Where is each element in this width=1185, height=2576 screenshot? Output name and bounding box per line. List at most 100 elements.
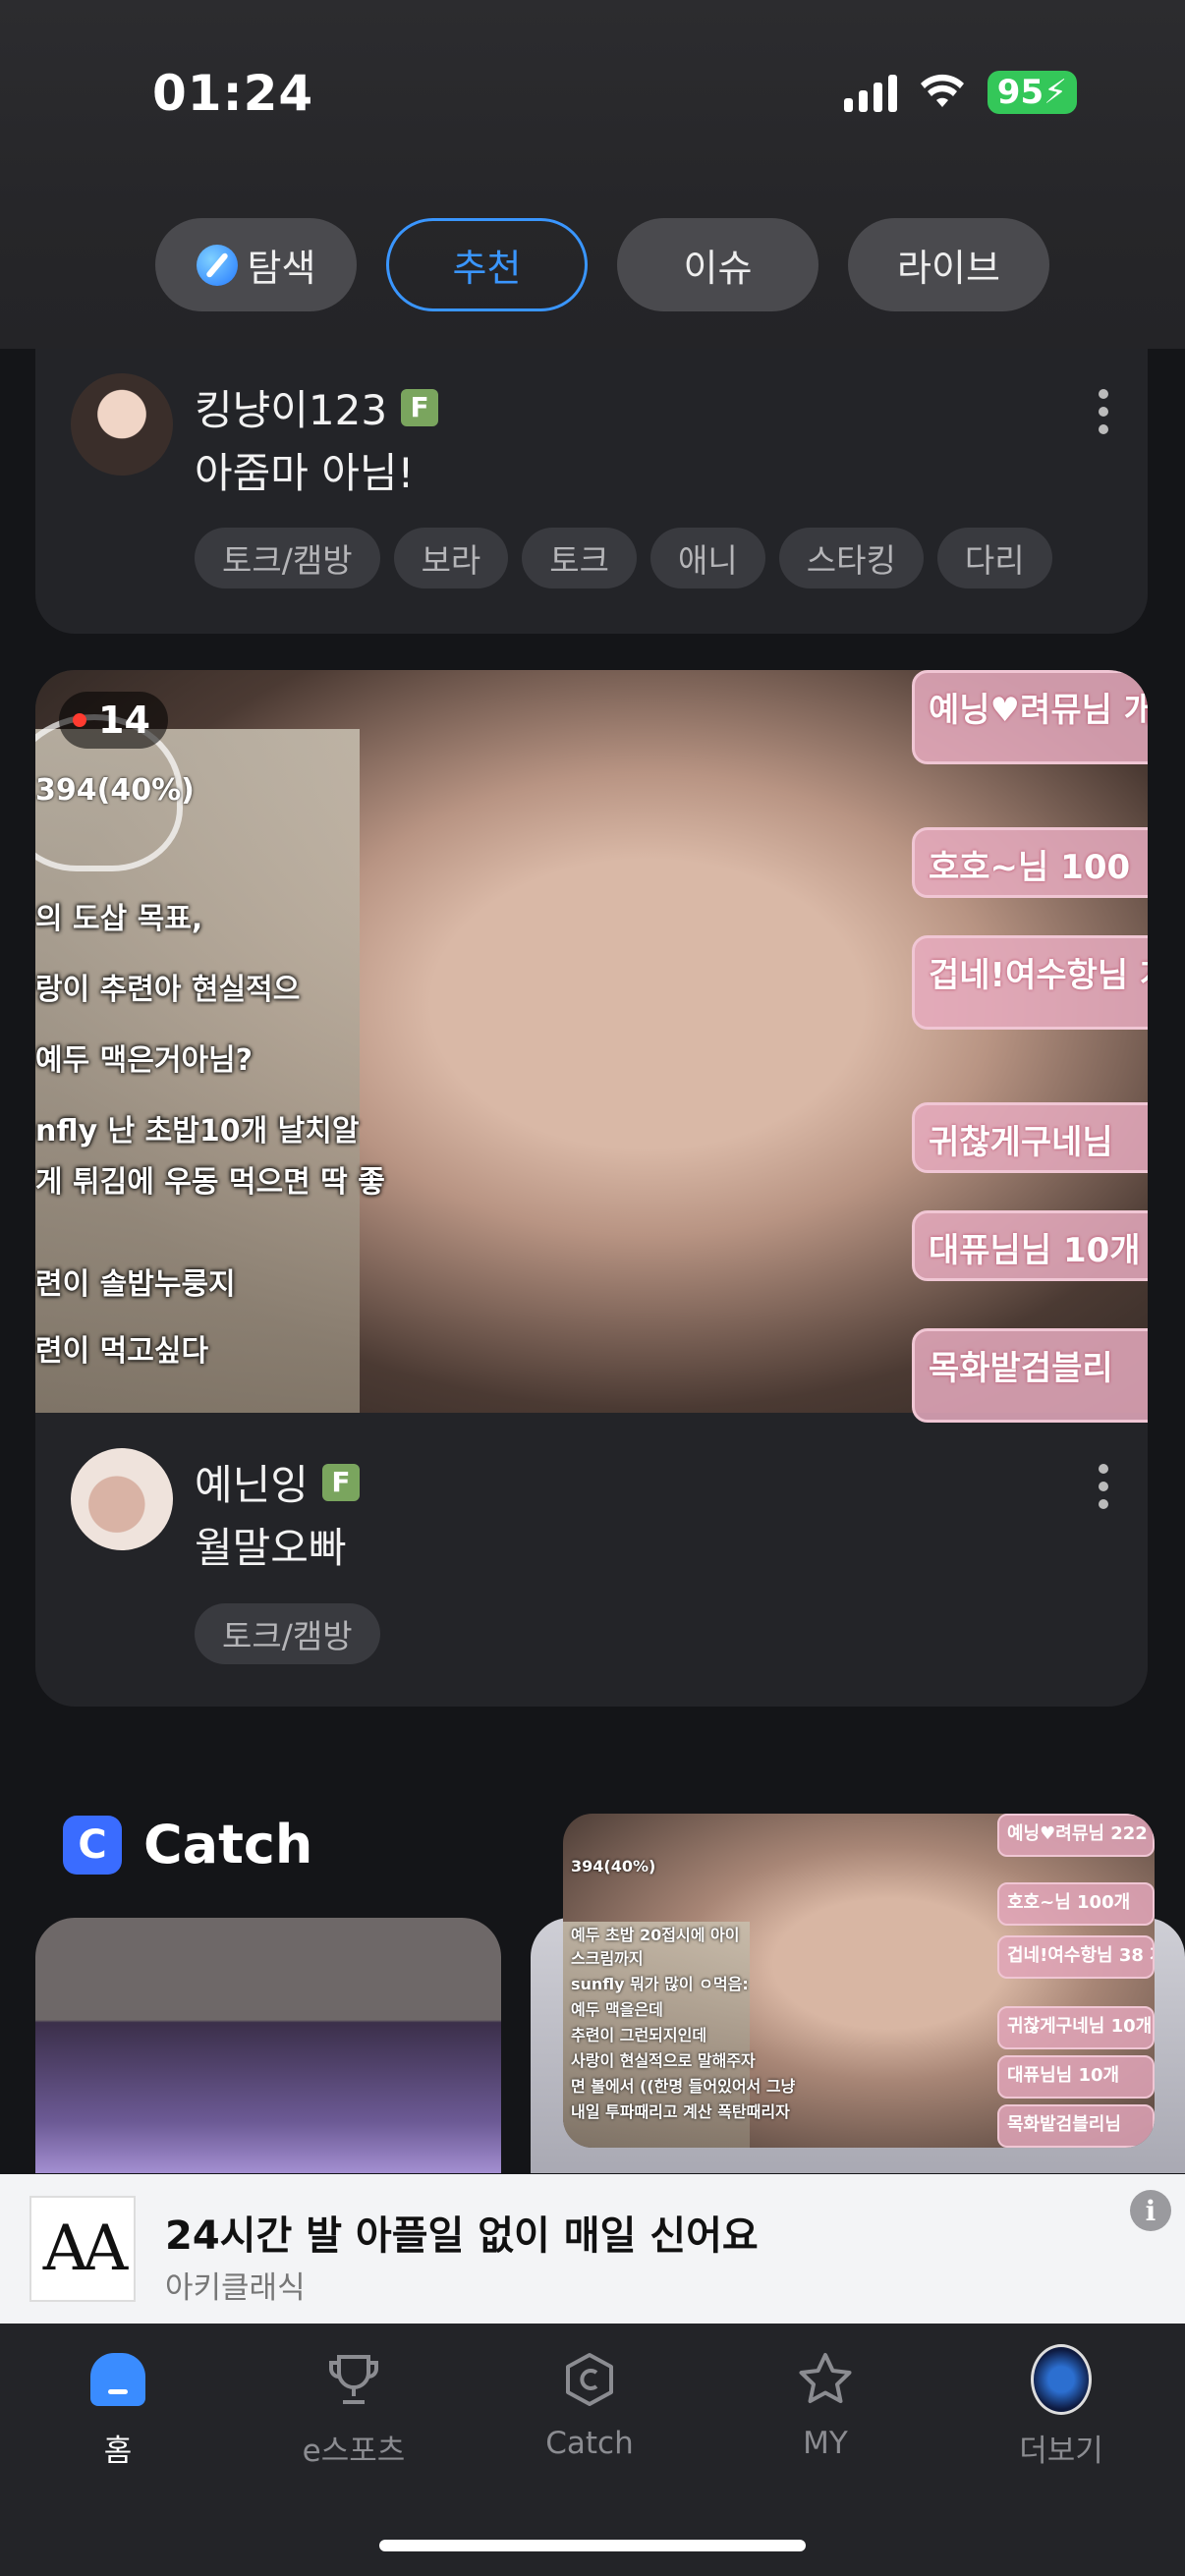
donation-chip: 귀찮게구네님 (912, 1102, 1148, 1173)
pip-chat-line: 예두 초밥 20접시에 아이 (571, 1926, 740, 1944)
pip-goal-percent: 394(40%) (571, 1857, 656, 1876)
pip-donation-chip: 목화밭검블리님 (997, 2104, 1155, 2148)
streamer-avatar[interactable] (71, 1448, 173, 1550)
donation-chip: 대퓨님님 10개 (912, 1210, 1148, 1281)
tab-issue-label: 이슈 (683, 247, 753, 290)
pip-chat-line: 추련이 그런되지인데 (571, 2026, 707, 2044)
ad-title: 24시간 발 아플일 없이 매일 신어요 (165, 2213, 759, 2259)
fan-badge-icon: F (401, 388, 439, 426)
more-options-icon[interactable] (1099, 1464, 1110, 1509)
overlay-chat-line: 의 도삽 목표, (35, 902, 203, 936)
profile-avatar-icon (1031, 2344, 1092, 2415)
pip-donation-chip: 대퓨님님 10개 (997, 2055, 1155, 2099)
pip-chat-line: sunfly 뭐가 많이 ㅇ먹음: (571, 1975, 749, 1993)
nav-home[interactable]: 홈 (0, 2349, 236, 2470)
fan-badge-icon: F (321, 1463, 360, 1501)
home-icon (87, 2349, 148, 2410)
catch-logo-icon: C (63, 1815, 122, 1875)
cellular-signal-icon (843, 73, 897, 112)
bottom-navigation: 홈 e스포츠 Catch MY 더보기 (0, 2324, 1185, 2576)
top-tabs: 탐색 추천 이슈 라이브 (155, 218, 1049, 311)
streamer-name-row: 킹냥이123 F (195, 377, 439, 437)
ad-info-icon[interactable]: i (1130, 2190, 1171, 2231)
star-icon (799, 2353, 852, 2403)
pip-donation-chip: 귀찮게구네님 10개 (997, 2006, 1155, 2049)
tag[interactable]: 토크/캠방 (195, 528, 380, 588)
streamer-name-row: 예닌잉 F (195, 1452, 360, 1512)
tab-explore[interactable]: 탐색 (155, 218, 357, 311)
nav-more[interactable]: 더보기 (943, 2344, 1179, 2470)
tag-list: 토크/캠방 보라 토크 애니 스타킹 다리 (195, 528, 1052, 588)
catch-icon (566, 2353, 613, 2406)
wifi-icon (920, 74, 964, 107)
tag[interactable]: 스타킹 (778, 528, 924, 588)
catch-clip-card[interactable] (35, 1918, 501, 2173)
nav-esports[interactable]: e스포츠 (236, 2349, 472, 2470)
donation-list: 예닝♥려뮤님 개 호호~님 100 겁네!여수항님 개 귀찮게구네님 대퓨님님 … (892, 670, 1148, 1423)
pip-chat-line: 면 볼에서 ((한명 들어있어서 그냥 (571, 2077, 796, 2096)
home-indicator[interactable] (379, 2540, 806, 2551)
donation-chip: 목화밭검블리 (912, 1328, 1148, 1423)
tab-recommended[interactable]: 추천 (386, 218, 588, 311)
ad-advertiser: 아키클래식 (165, 2270, 306, 2306)
tab-recommended-label: 추천 (452, 247, 522, 290)
streamer-avatar[interactable] (71, 373, 173, 476)
overlay-chat-line: 련이 먹고싶다 (35, 1334, 209, 1369)
viewer-count: 14 (98, 699, 150, 742)
goal-percent: 394(40%) (35, 773, 195, 808)
live-dot-icon (73, 713, 86, 727)
pip-donation-chip: 호호~님 100개 (997, 1882, 1155, 1926)
overlay-chat-line: 련이 솔밥누룽지 (35, 1267, 236, 1302)
catch-section-header[interactable]: C Catch (63, 1814, 312, 1876)
overlay-chat-line: 게 튀김에 우동 먹으면 딱 좋 (35, 1165, 385, 1200)
stream-title: 아줌마 아님! (195, 449, 415, 497)
stream-thumbnail[interactable]: 394(40%) 의 도삽 목표, 랑이 추련아 현실적으 예두 맥은거아님? … (35, 670, 1148, 1423)
tag[interactable]: 애니 (650, 528, 765, 588)
tag[interactable]: 다리 (936, 528, 1052, 588)
live-viewer-badge: 14 (59, 692, 168, 749)
pip-chat-line: 스크림까지 (571, 1949, 644, 1968)
pip-donation-chip: 겁네!여수항님 38 개 (997, 1935, 1155, 1979)
donation-chip: 호호~님 100 (912, 827, 1148, 898)
tag[interactable]: 토크/캠방 (195, 1603, 380, 1664)
donation-chip: 예닝♥려뮤님 개 (912, 670, 1148, 764)
battery-indicator: 95⚡ (987, 71, 1077, 114)
ad-banner[interactable]: AA 24시간 발 아플일 없이 매일 신어요 아키클래식 i (0, 2174, 1185, 2324)
trophy-icon (329, 2355, 378, 2404)
overlay-chat-line: nfly 난 초밥10개 날치알 (35, 1114, 360, 1148)
nav-my-label: MY (803, 2426, 848, 2461)
tag[interactable]: 보라 (393, 528, 509, 588)
nav-esports-label: e스포츠 (302, 2434, 406, 2469)
stream-title: 월말오빠 (195, 1524, 347, 1572)
catch-section-title: Catch (143, 1814, 313, 1876)
pip-mini-player[interactable]: 394(40%) 예두 초밥 20접시에 아이 스크림까지 sunfly 뭐가 … (563, 1814, 1155, 2148)
pip-chat-line: 예두 맥을은데 (571, 2000, 663, 2019)
status-time: 01:24 (152, 65, 314, 122)
more-options-icon[interactable] (1099, 389, 1110, 434)
top-header: 01:24 95⚡ 탐색 추천 이슈 라이브 (0, 0, 1185, 349)
pip-chat-line: 내일 투파때리고 계산 폭탄때리자 (571, 2102, 790, 2121)
advertiser-logo: AA (29, 2196, 136, 2302)
tag[interactable]: 토크 (522, 528, 638, 588)
nav-more-label: 더보기 (1019, 2434, 1103, 2469)
nav-catch[interactable]: Catch (472, 2349, 707, 2461)
stream-card-2[interactable]: 394(40%) 의 도삽 목표, 랑이 추련아 현실적으 예두 맥은거아님? … (35, 670, 1148, 1707)
compass-icon (196, 244, 238, 286)
donation-chip: 겁네!여수항님 개 (912, 935, 1148, 1030)
tab-live-label: 라이브 (897, 247, 1000, 290)
pip-chat-line: 사랑이 현실적으로 말해주자 (571, 2051, 756, 2070)
nav-home-label: 홈 (103, 2434, 133, 2469)
status-icons: 95⚡ (843, 71, 1077, 114)
streamer-name: 예닌잉 (195, 1461, 309, 1509)
nav-catch-label: Catch (545, 2426, 634, 2461)
tab-issue[interactable]: 이슈 (617, 218, 818, 311)
streamer-name: 킹냥이123 (195, 386, 388, 434)
battery-level: 95 (996, 73, 1044, 112)
overlay-chat-line: 예두 맥은거아님? (35, 1043, 254, 1078)
tab-explore-label: 탐색 (247, 247, 316, 290)
pip-donation-chip: 예닝♥려뮤님 222 개 (997, 1814, 1155, 1857)
overlay-chat-line: 랑이 추련아 현실적으 (35, 973, 301, 1007)
tag-list: 토크/캠방 (195, 1603, 380, 1664)
nav-my[interactable]: MY (707, 2349, 943, 2461)
tab-live[interactable]: 라이브 (848, 218, 1049, 311)
